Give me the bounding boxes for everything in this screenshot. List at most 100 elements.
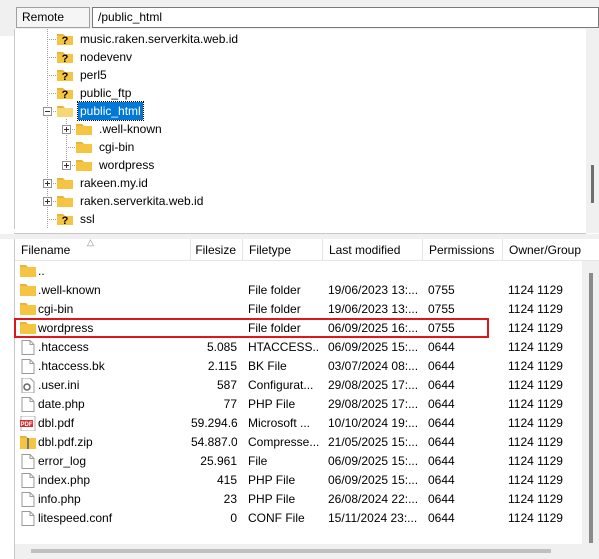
file-icon: [20, 454, 36, 469]
column-owner-group[interactable]: Owner/Group: [503, 239, 599, 261]
file-row[interactable]: index.php 415 PHP File 06/09/2025 15:... 064…: [15, 471, 582, 490]
column-filetype[interactable]: Filetype: [243, 239, 323, 261]
folder-unknown-icon: ?: [56, 32, 74, 47]
remote-directory-tree[interactable]: ? music.raken.serverkita.web.id? nodevenv?…: [14, 29, 599, 233]
cell-last-modified: 06/09/2025 15:...: [328, 340, 418, 354]
cell-owner-group: 1124 1129: [508, 302, 563, 316]
folder-icon: [56, 176, 74, 190]
tree-item-label: public_html: [77, 101, 144, 121]
tree-item-label: .well-known: [99, 122, 162, 136]
file-list-scrollbar-thumb[interactable]: [589, 273, 593, 543]
collapse-icon[interactable]: [43, 107, 52, 116]
cell-last-modified: 29/08/2025 17:...: [328, 397, 418, 411]
file-row[interactable]: dbl.pdf.zip 54.887.055 Compresse... 21/05/2…: [15, 433, 582, 452]
file-row[interactable]: PDF dbl.pdf 59.294.681 Microsoft ... 10/10/2…: [15, 414, 582, 433]
file-row[interactable]: cgi-bin File folder 19/06/2023 13:... 0755 1…: [15, 300, 582, 319]
file-row[interactable]: ..: [15, 262, 582, 281]
cell-owner-group: 1124 1129: [508, 321, 563, 335]
cell-filesize: 77: [223, 397, 237, 411]
column-last-modified[interactable]: Last modified: [323, 239, 423, 261]
cell-last-modified: 15/11/2024 23:...: [328, 511, 418, 525]
cell-filetype: Microsoft ...: [248, 416, 311, 430]
file-row[interactable]: .htaccess.bk 2.115 BK File 03/07/2024 08:..…: [15, 357, 582, 376]
file-row[interactable]: date.php 77 PHP File 29/08/2025 17:... 0644 1…: [15, 395, 582, 414]
column-filename[interactable]: Filename: [15, 239, 191, 261]
cell-last-modified: [328, 262, 418, 281]
tree-item-label: rakeen.my.id: [80, 176, 148, 190]
folder-icon: [75, 122, 93, 136]
expand-icon[interactable]: [62, 125, 71, 134]
file-row[interactable]: .well-known File folder 19/06/2023 13:... 0…: [15, 281, 582, 300]
cell-permissions: 0644: [428, 397, 455, 411]
file-row[interactable]: .user.ini 587 Configurat... 29/08/2025 17:.…: [15, 376, 582, 395]
cell-filesize: 2.115: [207, 359, 237, 373]
file-row[interactable]: litespeed.conf 0 CONF File 15/11/2024 23:..…: [15, 509, 582, 528]
cell-permissions: 0644: [428, 435, 455, 449]
folder-open-icon: [56, 104, 74, 118]
tree-item-label: wordpress: [99, 158, 155, 172]
tree-scrollbar-thumb[interactable]: [591, 165, 594, 203]
folder-unknown-icon: ?: [56, 86, 74, 101]
cell-last-modified: 19/06/2023 13:...: [328, 302, 418, 316]
cell-permissions: 0644: [428, 454, 455, 468]
cell-filename: .well-known: [38, 283, 101, 297]
cell-filesize: 415: [216, 473, 237, 487]
file-icon: [20, 511, 36, 526]
cell-owner-group: 1124 1129: [508, 511, 563, 525]
expand-icon[interactable]: [43, 179, 52, 188]
cell-filetype: BK File: [248, 359, 287, 373]
expand-icon[interactable]: [62, 161, 71, 170]
file-list-header: Filename △ Filesize Filetype Last modifi…: [15, 239, 599, 261]
cell-filesize: 54.887.055: [191, 435, 237, 449]
column-permissions[interactable]: Permissions: [423, 239, 503, 261]
svg-text:?: ?: [62, 35, 69, 46]
zip-file-icon: [20, 435, 36, 450]
cell-filename: cgi-bin: [38, 302, 74, 316]
cell-filetype: CONF File: [248, 511, 305, 525]
file-icon: [20, 397, 36, 412]
file-icon: [20, 473, 36, 488]
tree-item-label: music.raken.serverkita.web.id: [80, 32, 239, 46]
cell-owner-group: 1124 1129: [508, 397, 563, 411]
cell-filetype: File folder: [248, 302, 301, 316]
cell-filetype: PHP File: [248, 492, 296, 506]
file-row[interactable]: error_log 25.961 File 06/09/2025 15:... 0644…: [15, 452, 582, 471]
cell-filename: .htaccess.bk: [38, 359, 105, 373]
cell-filesize: 0: [230, 511, 237, 525]
folder-icon: [75, 158, 93, 172]
cell-filename: litespeed.conf: [38, 511, 113, 525]
cell-filename: info.php: [38, 492, 81, 506]
tree-item-label: public_ftp: [80, 86, 132, 100]
cell-filename: .htaccess: [38, 340, 89, 354]
cell-filesize: 587: [216, 378, 237, 392]
folder-unknown-icon: ?: [56, 50, 74, 65]
file-list-hscrollbar[interactable]: [15, 544, 582, 559]
tree-guide-line: [66, 147, 75, 148]
cell-permissions: 0644: [428, 511, 455, 525]
folder-icon: [20, 302, 36, 317]
cell-filename: index.php: [38, 473, 91, 487]
folder-icon: [20, 283, 36, 298]
tree-scrollbar[interactable]: [586, 29, 599, 233]
pdf-file-icon: PDF: [20, 415, 36, 432]
cell-filesize: [191, 281, 237, 300]
file-icon: [20, 492, 36, 507]
file-row[interactable]: info.php 23 PHP File 26/08/2024 22:... 0644 1…: [15, 490, 582, 509]
folder-icon: [20, 264, 36, 279]
file-list-scrollbar[interactable]: [582, 261, 599, 559]
cell-permissions: 0644: [428, 416, 455, 430]
column-filesize[interactable]: Filesize: [191, 239, 243, 261]
file-list-hscrollbar-thumb[interactable]: [31, 549, 551, 553]
cell-permissions: 0644: [428, 340, 455, 354]
cell-owner-group: 1124 1129: [508, 359, 563, 373]
cell-owner-group: 1124 1129: [508, 416, 563, 430]
cell-filetype: File: [248, 454, 268, 468]
tree-item-label: perl5: [80, 68, 107, 82]
remote-path-input[interactable]: /public_html: [92, 7, 599, 28]
tree-guide-line: [47, 93, 56, 94]
cell-owner-group: 1124 1129: [508, 473, 563, 487]
file-row[interactable]: .htaccess 5.085 HTACCESS... 06/09/2025 15:.…: [15, 338, 582, 357]
expand-icon[interactable]: [43, 197, 52, 206]
file-icon: [20, 340, 36, 355]
remote-file-list[interactable]: Filename △ Filesize Filetype Last modifi…: [14, 239, 599, 559]
